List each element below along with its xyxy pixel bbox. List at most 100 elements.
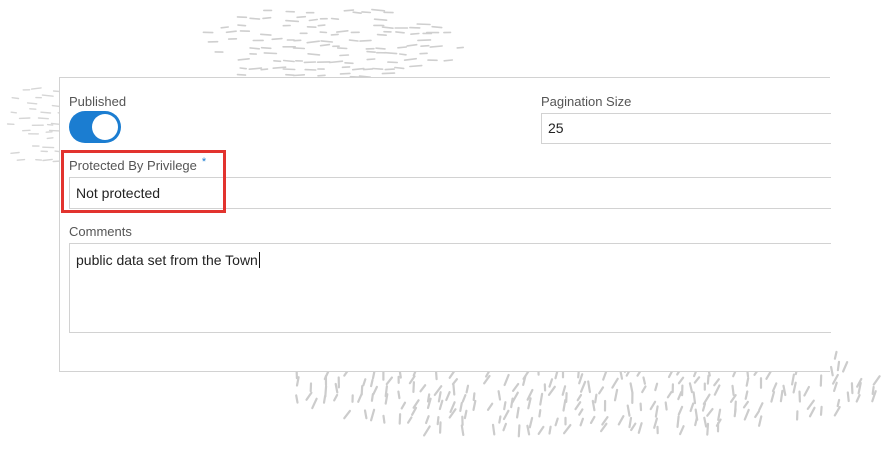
decorative-dash (770, 390, 776, 403)
decorative-dash (30, 87, 42, 90)
decorative-dash (502, 422, 507, 432)
decorative-dash (833, 406, 841, 417)
decorative-dash (629, 382, 634, 395)
decorative-dash (429, 45, 443, 48)
decorative-dash (237, 57, 250, 61)
decorative-dash (574, 401, 582, 411)
decorative-dash (538, 409, 542, 418)
decorative-dash (336, 47, 348, 50)
text-cursor (258, 252, 260, 268)
decorative-dash (460, 424, 465, 436)
decorative-dash (426, 393, 431, 403)
decorative-dash (10, 111, 17, 114)
pagination-size-input[interactable]: 25 (541, 113, 831, 144)
decorative-dash (734, 400, 737, 413)
decorative-dash (339, 54, 350, 57)
decorative-dash (522, 370, 530, 380)
decorative-dash (295, 376, 300, 387)
decorative-dash (771, 382, 778, 393)
decorative-dash (465, 384, 470, 394)
decorative-dash (292, 74, 306, 77)
decorative-dash (305, 391, 313, 401)
decorative-dash (361, 11, 372, 14)
decorative-dash (10, 151, 20, 155)
decorative-dash (370, 408, 376, 422)
decorative-dash (702, 393, 711, 405)
decorative-dash (498, 415, 502, 424)
decorative-dash (408, 375, 416, 385)
decorative-dash (359, 39, 372, 42)
decorative-dash (527, 397, 532, 410)
decorative-dash (426, 397, 432, 409)
decorative-dash (37, 117, 49, 120)
comments-textarea[interactable]: public data set from the Town (69, 243, 831, 333)
decorative-dash (666, 390, 673, 399)
decorative-dash (483, 374, 491, 385)
decorative-dash (459, 401, 463, 412)
decorative-dash (412, 399, 420, 409)
decorative-dash (328, 60, 344, 64)
decorative-dash (599, 422, 608, 433)
decorative-dash (829, 365, 834, 377)
decorative-dash (613, 388, 619, 402)
decorative-dash (601, 416, 609, 426)
decorative-dash (594, 393, 598, 404)
decorative-dash (249, 17, 261, 20)
decorative-dash (366, 58, 376, 61)
decorative-dash (694, 408, 699, 421)
decorative-dash (850, 382, 854, 395)
decorative-dash (436, 416, 440, 426)
decorative-dash (676, 415, 680, 428)
decorative-dash (806, 399, 815, 410)
decorative-dash (351, 67, 365, 71)
toggle-knob (92, 114, 118, 140)
decorative-dash (381, 72, 396, 75)
decorative-dash (308, 18, 319, 22)
decorative-dash (272, 66, 287, 69)
decorative-dash (701, 402, 707, 412)
decorative-dash (744, 390, 749, 400)
decorative-dash (262, 16, 272, 20)
decorative-dash (333, 393, 339, 402)
decorative-dash (706, 422, 710, 436)
dataset-settings-panel: Published Pagination Size 25 Protected B… (59, 77, 831, 372)
decorative-dash (664, 401, 668, 411)
decorative-dash (554, 417, 559, 427)
decorative-dash (370, 378, 374, 388)
decorative-dash (237, 24, 247, 27)
decorative-dash (803, 385, 811, 397)
decorative-dash (678, 425, 685, 436)
decorative-dash (370, 393, 374, 402)
required-marker: * (201, 156, 207, 168)
decorative-dash (335, 29, 349, 33)
decorative-dash (295, 394, 299, 404)
decorative-dash (385, 376, 393, 386)
decorative-dash (360, 385, 364, 396)
decorative-dash (410, 32, 420, 36)
decorative-dash (397, 46, 408, 49)
protected-by-privilege-select[interactable]: Not protected (69, 177, 831, 209)
decorative-dash (472, 399, 477, 411)
decorative-dash (437, 391, 442, 403)
decorative-dash (463, 409, 468, 420)
decorative-dash (41, 94, 54, 97)
decorative-dash (819, 405, 823, 416)
published-label: Published (69, 94, 127, 109)
decorative-dash (420, 44, 430, 48)
decorative-dash (653, 417, 659, 429)
decorative-dash (273, 59, 282, 63)
decorative-dash (48, 129, 61, 132)
decorative-dash (330, 33, 339, 36)
decorative-dash (249, 47, 261, 50)
decorative-dash (562, 399, 567, 412)
decorative-dash (409, 64, 423, 68)
published-toggle[interactable] (69, 111, 121, 143)
decorative-dash (779, 389, 784, 403)
decorative-dash (403, 57, 418, 62)
decorative-dash (677, 391, 683, 401)
decorative-dash (579, 380, 587, 393)
decorative-dash (296, 15, 307, 19)
decorative-dash (319, 43, 331, 47)
decorative-dash (372, 67, 384, 70)
decorative-dash (433, 385, 443, 396)
